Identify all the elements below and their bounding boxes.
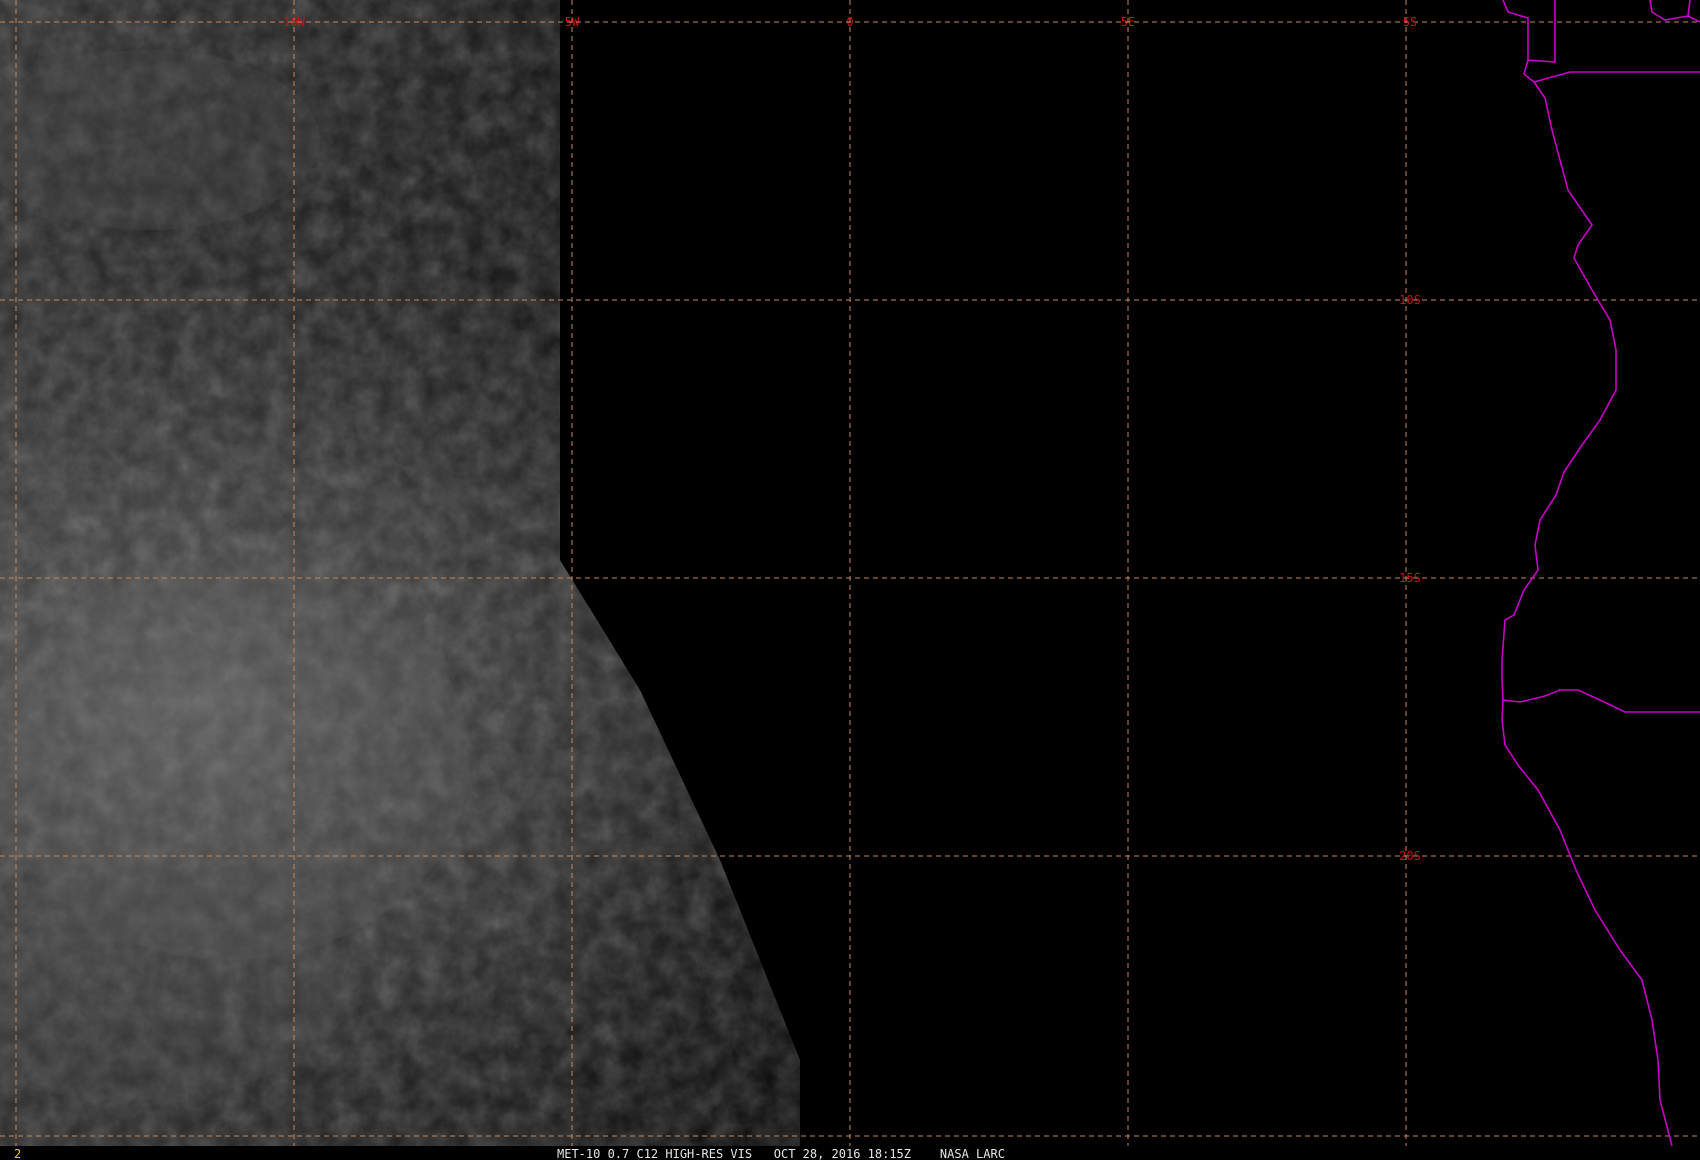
frame-number: 2 [14, 1147, 21, 1160]
satellite-map-viewport[interactable]: 10W 5W 0 5E 5S 10S 15S 20S 2 MET-10 0.7 C12 HIGH… [0, 0, 1700, 1160]
latitude-label: 20S [1399, 849, 1421, 863]
latitude-label: 15S [1399, 571, 1421, 585]
coastline [1501, 0, 1700, 1147]
satellite-image: 10W 5W 0 5E 5S10S15S20S 2 MET-10 0.7 C12 HIGH… [0, 0, 1700, 1160]
coastline-layer [1501, 0, 1700, 1147]
latitude-label: 5S [1403, 15, 1417, 29]
image-caption: MET-10 0.7 C12 HIGH-RES VIS OCT 28, 2016… [557, 1147, 1005, 1160]
latitude-label: 10S [1399, 293, 1421, 307]
longitude-label: 10W [283, 15, 305, 29]
status-bar: 2 MET-10 0.7 C12 HIGH-RES VIS OCT 28, 201… [0, 1146, 1700, 1160]
